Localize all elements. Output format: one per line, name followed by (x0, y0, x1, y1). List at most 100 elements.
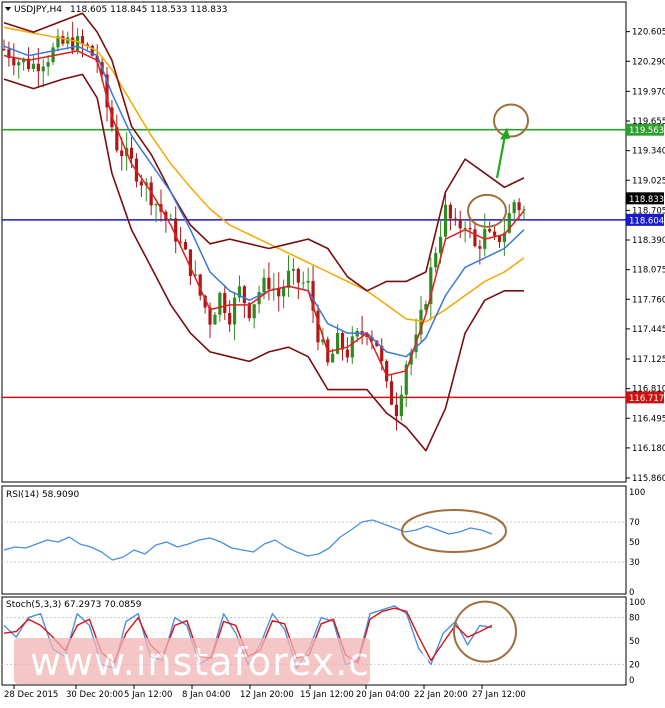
rsi-title: RSI(14) 58.9090 (6, 490, 79, 500)
candle-body (75, 36, 80, 51)
candle-body (473, 229, 477, 247)
price-tick-label: 116.495 (632, 414, 665, 424)
rsi-tick-label: 70 (629, 518, 640, 528)
candle-body (36, 63, 40, 72)
candle-body (399, 394, 403, 417)
price-tick-label: 117.760 (632, 295, 665, 305)
price-tick-label: 118.705 (632, 206, 665, 216)
candle-body (385, 361, 389, 382)
time-tick-label: 20 Jan 04:00 (356, 690, 410, 700)
price-tick-label: 116.180 (632, 444, 665, 454)
candle-body (277, 288, 281, 297)
candle-body (492, 231, 497, 236)
candle-body (331, 353, 335, 363)
stoch-tick-label: 20 (629, 660, 640, 670)
support-price-label: 116.717 (629, 394, 664, 404)
rsi-panel (1, 485, 627, 595)
candle-body (139, 181, 143, 186)
candle-body (267, 277, 271, 290)
time-tick-label: 28 Dec 2015 (4, 690, 58, 700)
resistance-price-label: 119.563 (629, 126, 664, 136)
candle-body (478, 246, 482, 249)
stoch-tick-label: 50 (629, 637, 640, 647)
candle-body (169, 218, 173, 220)
candle-body (512, 202, 516, 214)
price-tick-label: 119.340 (632, 147, 665, 157)
rsi-tick-label: 100 (629, 488, 645, 498)
time-tick-label: 15 Jan 12:00 (300, 690, 354, 700)
stoch-title: Stoch(5,3,3) 67.2973 70.0859 (6, 600, 142, 610)
candle-body (262, 277, 266, 293)
candle-body (522, 209, 526, 211)
candle-body (213, 314, 217, 325)
time-tick-label: 27 Jan 12:00 (472, 690, 526, 700)
candle-body (218, 292, 222, 315)
rsi-tick-label: 0 (629, 588, 634, 598)
candle-body (340, 333, 345, 350)
candle-body (350, 336, 354, 358)
current-price-label: 118.833 (629, 195, 664, 205)
chart-window: USDJPY,H4 118.605 118.845 118.533 118.83… (0, 0, 665, 704)
candle-body (252, 304, 256, 319)
candle-body (12, 58, 16, 66)
ohlc-readout: 118.605 118.845 118.533 118.833 (70, 5, 227, 15)
candle-body (394, 404, 399, 417)
watermark-text: www.instaforex.com (30, 640, 432, 684)
candle-body (286, 270, 291, 288)
candle-body (129, 147, 134, 159)
pivot-price-label: 118.604 (629, 216, 664, 226)
candle-body (453, 218, 457, 221)
price-tick-label: 120.605 (632, 28, 665, 38)
candle-body (443, 204, 448, 237)
candle-body (183, 242, 188, 250)
candle-body (488, 229, 492, 232)
candle-body (335, 333, 340, 354)
time-tick-label: 5 Jan 12:00 (124, 690, 172, 700)
price-tick-label: 119.970 (632, 87, 665, 97)
candle-body (46, 62, 50, 67)
candle-body (458, 220, 462, 229)
candle-body (223, 292, 227, 314)
time-tick-label: 8 Jan 04:00 (182, 690, 230, 700)
candle-body (497, 235, 502, 243)
stoch-tick-label: 0 (629, 676, 634, 686)
candle-body (434, 253, 438, 268)
time-tick-label: 30 Dec 20:00 (66, 690, 123, 700)
candle-body (61, 36, 65, 44)
candle-body (31, 63, 36, 69)
price-tick-label: 117.445 (632, 325, 665, 335)
candle-body (242, 286, 246, 304)
stoch-tick-label: 80 (629, 614, 640, 624)
candle-body (120, 150, 124, 157)
candle-body (463, 228, 467, 230)
price-tick-label: 117.125 (632, 355, 665, 365)
candle-body (228, 313, 232, 325)
watermark: www.instaforex.com (14, 638, 432, 684)
price-tick-label: 118.075 (632, 266, 665, 276)
candle-body (296, 268, 300, 283)
time-tick-label: 12 Jan 20:00 (240, 690, 294, 700)
rsi-tick-label: 50 (629, 538, 640, 548)
price-tick-label: 120.290 (632, 57, 665, 67)
stoch-tick-label: 100 (629, 598, 645, 608)
candle-body (345, 349, 349, 358)
candle-body (17, 62, 21, 66)
candle-body (301, 282, 305, 284)
candle-body (448, 204, 453, 219)
candle-body (2, 49, 6, 51)
time-tick-label: 22 Jan 20:00 (414, 690, 468, 700)
candle-body (389, 381, 394, 405)
candle-body (517, 202, 521, 211)
candle-body (282, 287, 286, 297)
candle-body (154, 204, 158, 206)
price-tick-label: 118.390 (632, 236, 665, 246)
candle-body (188, 249, 193, 276)
price-tick-label: 116.810 (632, 385, 665, 395)
candle-body (71, 37, 75, 51)
candle-body (291, 268, 296, 271)
chart-canvas: USDJPY,H4 118.605 118.845 118.533 118.83… (1, 1, 665, 700)
candle-body (232, 297, 237, 325)
price-tick-label: 119.025 (632, 176, 665, 186)
price-tick-label: 119.655 (632, 117, 665, 127)
candle-body (41, 66, 45, 72)
